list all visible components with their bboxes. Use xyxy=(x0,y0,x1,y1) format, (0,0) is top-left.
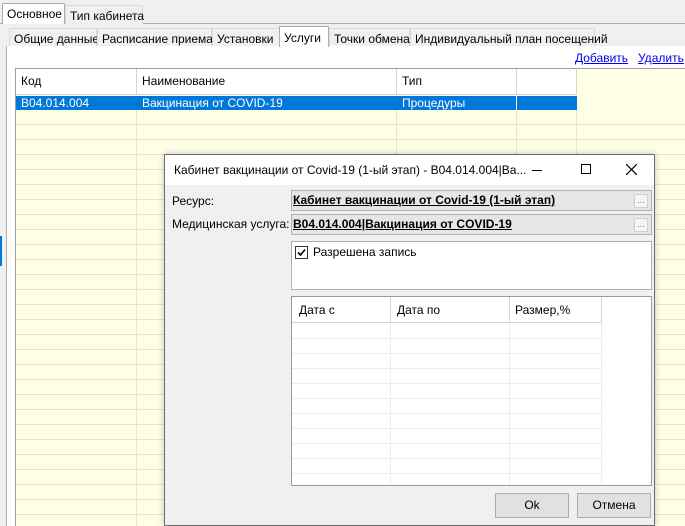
tab-services[interactable]: Услуги xyxy=(279,26,329,47)
tab-general-label: Общие данные xyxy=(14,32,100,46)
tab-exchange-points[interactable]: Точки обмена xyxy=(329,28,410,47)
resource-label: Ресурс: xyxy=(172,194,215,208)
tab-visit-plan[interactable]: Индивидуальный план посещений xyxy=(410,28,608,47)
row-code: B04.014.004 xyxy=(21,96,90,110)
maximize-icon[interactable] xyxy=(581,164,591,174)
col-header-type-label: Тип xyxy=(402,74,423,88)
col-header-code[interactable]: Код xyxy=(16,69,137,95)
tab-general[interactable]: Общие данные xyxy=(9,28,100,47)
periods-col-line xyxy=(509,324,510,485)
minimize-icon[interactable] xyxy=(532,170,542,171)
resource-field[interactable]: Кабинет вакцинации от Covid-19 (1-ый эта… xyxy=(291,190,652,211)
tab-visit-plan-label: Индивидуальный план посещений xyxy=(415,32,608,46)
grid-col-line xyxy=(136,96,137,526)
periods-col-line xyxy=(601,324,602,485)
col-header-type[interactable]: Тип xyxy=(397,69,517,95)
periods-header-date-to[interactable]: Дата по xyxy=(391,297,510,323)
allowed-panel: Разрешена запись xyxy=(291,241,652,290)
tab-schedule[interactable]: Расписание приема xyxy=(97,28,213,47)
tab-schedule-label: Расписание приема xyxy=(102,32,213,46)
service-picker-button[interactable]: ... xyxy=(634,218,648,232)
allowed-label: Разрешена запись xyxy=(313,245,417,259)
dialog-title: Кабинет вакцинации от Covid-19 (1-ый эта… xyxy=(174,163,527,177)
periods-grid[interactable]: Дата с Дата по Размер,% xyxy=(291,296,652,486)
tab-room-type[interactable]: Тип кабинета xyxy=(65,5,145,24)
allowed-checkbox[interactable] xyxy=(295,246,308,259)
resource-picker-button[interactable]: ... xyxy=(634,194,648,208)
row-type: Процедуры xyxy=(402,96,466,110)
col-header-code-label: Код xyxy=(21,74,42,88)
check-icon xyxy=(297,248,306,257)
tab-settings[interactable]: Установки xyxy=(212,28,280,47)
service-field[interactable]: B04.014.004|Вакцинация от COVID-19 ... xyxy=(291,214,652,235)
periods-header-date-from[interactable]: Дата с xyxy=(292,297,391,323)
row-name: Вакцинация от COVID-19 xyxy=(142,96,283,110)
tab-settings-label: Установки xyxy=(217,32,274,46)
col-header-name-label: Наименование xyxy=(142,74,226,88)
resource-value: Кабинет вакцинации от Covid-19 (1-ый эта… xyxy=(293,193,556,207)
close-icon[interactable] xyxy=(626,164,637,175)
cancel-button[interactable]: Отмена xyxy=(577,493,651,518)
periods-col-line xyxy=(390,324,391,485)
col-header-name[interactable]: Наименование xyxy=(137,69,397,95)
periods-header-size-label: Размер,% xyxy=(515,303,571,317)
row-separator xyxy=(516,96,517,110)
tab-services-label: Услуги xyxy=(284,31,321,45)
ok-button[interactable]: Ok xyxy=(495,493,569,518)
service-label: Медицинская услуга: xyxy=(172,217,290,231)
periods-header-size[interactable]: Размер,% xyxy=(510,297,602,323)
periods-header-date-to-label: Дата по xyxy=(397,303,441,317)
tab-main[interactable]: Основное xyxy=(2,3,65,24)
dialog-titlebar[interactable]: Кабинет вакцинации от Covid-19 (1-ый эта… xyxy=(165,155,654,185)
delete-link[interactable]: Удалить xyxy=(638,51,684,65)
col-header-extra[interactable] xyxy=(517,69,577,95)
tab-main-label: Основное xyxy=(7,7,62,21)
periods-header-date-from-label: Дата с xyxy=(299,303,335,317)
left-edge-mark xyxy=(0,236,2,266)
dialog-window: Кабинет вакцинации от Covid-19 (1-ый эта… xyxy=(164,154,655,526)
add-link[interactable]: Добавить xyxy=(575,51,628,65)
tab-room-type-label: Тип кабинета xyxy=(70,9,145,23)
tab-exchange-points-label: Точки обмена xyxy=(334,32,410,46)
periods-rows xyxy=(292,324,602,485)
service-value: B04.014.004|Вакцинация от COVID-19 xyxy=(293,217,512,231)
